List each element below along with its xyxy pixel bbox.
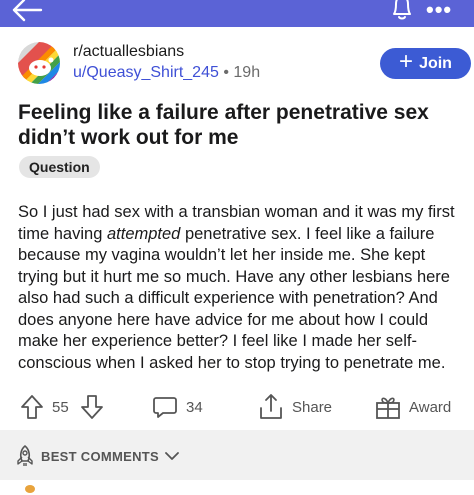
rocket-icon (17, 445, 33, 466)
upvote-arrow-icon (21, 395, 43, 419)
join-label: Join (419, 54, 452, 72)
comment-count: 34 (186, 398, 203, 416)
comments-sort-bar: BEST COMMENTS (0, 430, 474, 480)
upvote-button[interactable] (20, 390, 44, 424)
share-label: Share (292, 398, 333, 416)
join-button[interactable]: + Join (380, 48, 471, 79)
chevron-down-icon (165, 452, 179, 460)
subreddit-avatar[interactable] (18, 42, 60, 84)
more-horizontal-icon[interactable]: ••• (426, 0, 452, 21)
post-age: 19h (233, 64, 261, 81)
comments-sort-label: BEST COMMENTS (41, 448, 160, 464)
meta-separator: • (223, 64, 229, 81)
subreddit-name[interactable]: r/actuallesbians (73, 43, 184, 61)
downvote-button[interactable] (80, 390, 104, 424)
award-label: Award (409, 398, 452, 416)
post-flair[interactable]: Question (19, 156, 100, 178)
bell-icon[interactable] (388, 0, 416, 22)
comments-sort-button[interactable]: BEST COMMENTS (15, 445, 179, 467)
award-gift-icon (376, 397, 400, 419)
top-navigation-bar: ••• (0, 0, 474, 27)
post-action-bar: 55 34 Share Award (0, 390, 474, 424)
body-text-end: penetrative sex. I feel like a failure b… (18, 224, 450, 372)
arrow-left-icon[interactable] (10, 0, 44, 22)
downvote-arrow-icon (81, 395, 103, 419)
plus-icon: + (399, 48, 414, 75)
post-body: So I just had sex with a transbian woman… (18, 202, 458, 374)
author-link[interactable]: u/Queasy_Shirt_245 (73, 64, 219, 81)
body-text-emphasis: attempted (106, 224, 181, 243)
vote-count: 55 (52, 398, 69, 416)
post-meta: u/Queasy_Shirt_245 • 19h (73, 64, 260, 82)
award-button[interactable]: Award (375, 390, 451, 424)
post-title: Feeling like a failure after penetrative… (18, 101, 429, 149)
comment-preview-strip (0, 480, 474, 495)
commenter-avatar (25, 485, 35, 493)
post-header: r/actuallesbians u/Queasy_Shirt_245 • 19… (18, 42, 471, 90)
share-button[interactable]: Share (258, 390, 332, 424)
comments-button[interactable]: 34 (152, 390, 203, 424)
comment-bubble-icon (153, 397, 177, 418)
share-icon (260, 394, 282, 419)
